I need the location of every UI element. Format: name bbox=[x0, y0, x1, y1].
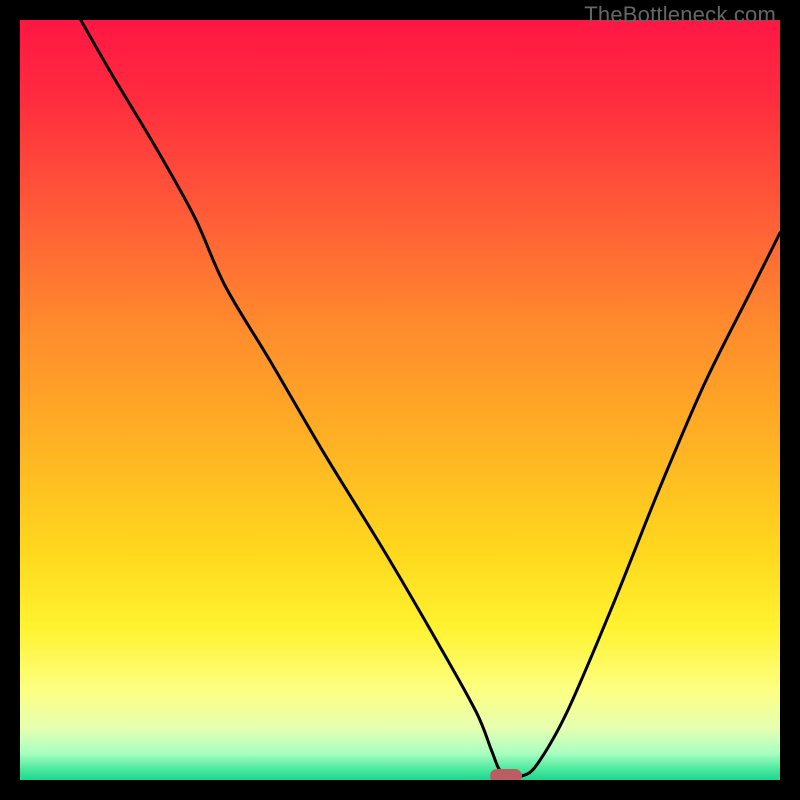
optimal-marker-pill bbox=[490, 769, 522, 780]
plot-area bbox=[20, 20, 780, 780]
chart-frame: TheBottleneck.com bbox=[0, 0, 800, 800]
watermark-text: TheBottleneck.com bbox=[584, 2, 776, 28]
bottleneck-curve bbox=[20, 20, 780, 780]
